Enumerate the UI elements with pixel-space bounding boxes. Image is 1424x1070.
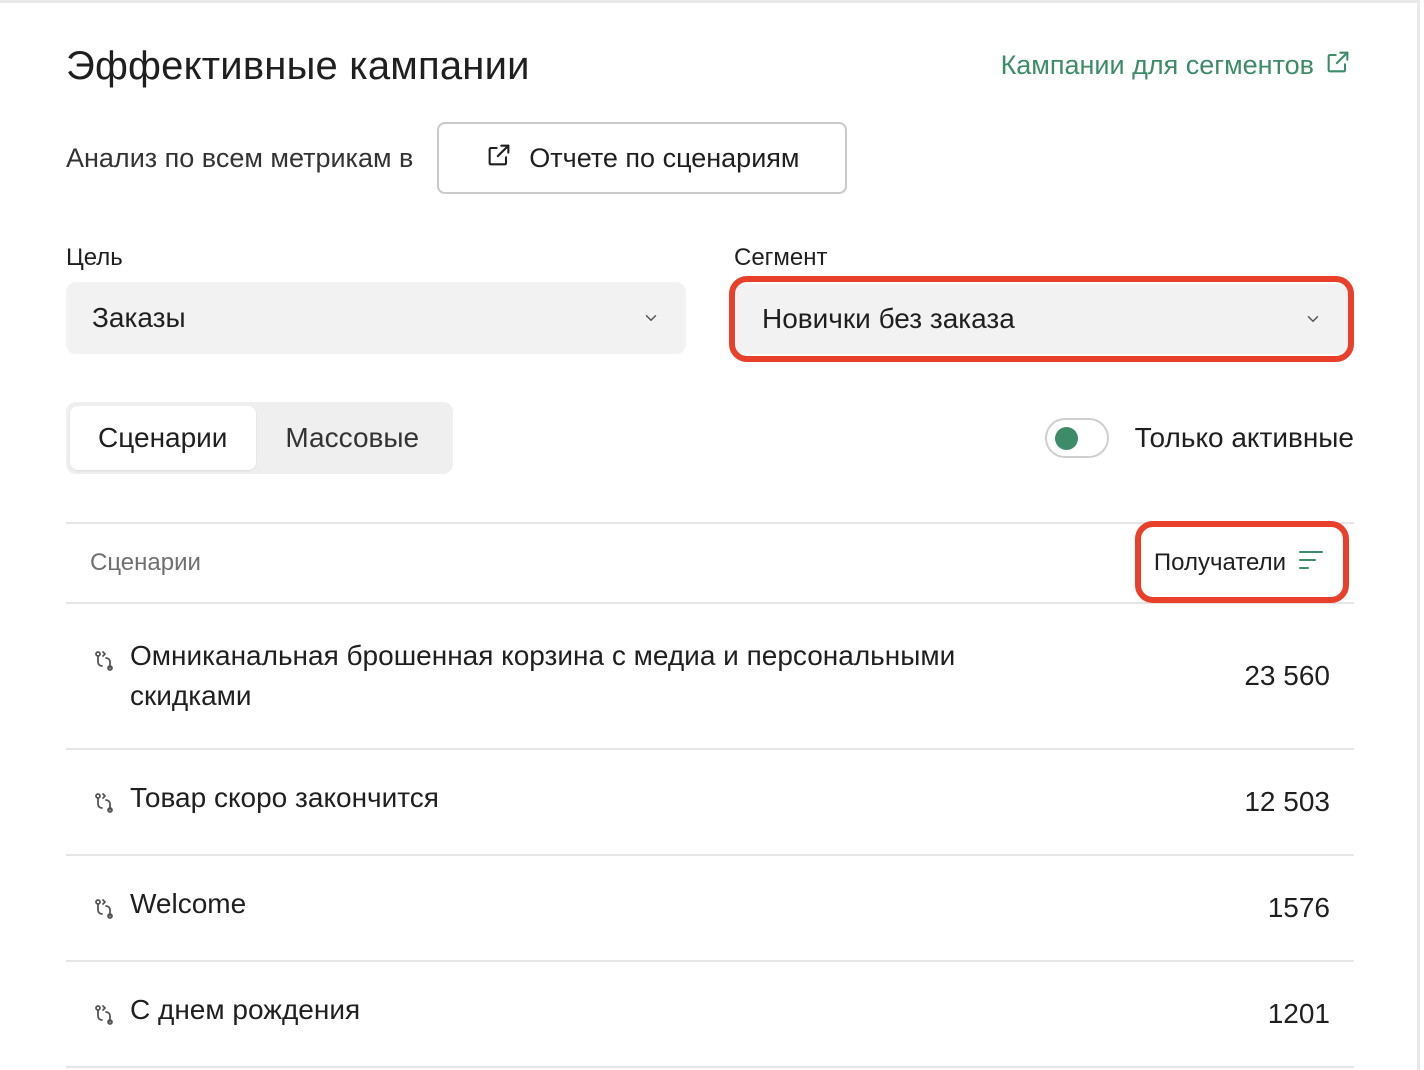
scenario-name: Welcome — [130, 888, 247, 919]
segment-value: Новички без заказа — [762, 303, 1015, 334]
column-header-scenarios: Сценарии — [90, 549, 201, 576]
tab-scenarios[interactable]: Сценарии — [70, 406, 256, 470]
external-link-icon — [485, 141, 513, 176]
column-header-recipients[interactable]: Получатели — [1154, 549, 1354, 578]
table-row[interactable]: Омниканальная брошенная корзина с медиа … — [66, 604, 1354, 750]
scenario-name: Омниканальная брошенная корзина с медиа … — [130, 640, 956, 711]
table-row[interactable]: Товар скоро закончится 12 503 — [66, 750, 1354, 856]
segment-select[interactable]: Новички без заказа — [736, 284, 1348, 354]
scenario-name: С днем рождения — [130, 994, 361, 1025]
page-title: Эффективные кампании — [66, 44, 530, 88]
recipients-value: 1201 — [1267, 998, 1330, 1029]
analysis-row: Анализ по всем метрикам в Отчете по сцен… — [66, 122, 848, 194]
scenario-report-label: Отчете по сценариям — [529, 142, 800, 173]
goal-value: Заказы — [92, 302, 186, 333]
row-name-cell: С днем рождения — [66, 990, 360, 1038]
goal-select[interactable]: Заказы — [66, 282, 686, 354]
recipients-value: 12 503 — [1244, 786, 1330, 817]
external-link-icon — [1324, 48, 1352, 83]
scenario-flow-icon — [92, 786, 116, 826]
active-only-toggle[interactable] — [1044, 418, 1109, 458]
scenario-name: Товар скоро закончится — [130, 782, 439, 813]
active-only-label: Только активные — [1134, 422, 1354, 453]
row-name-cell: Товар скоро закончится — [66, 778, 439, 826]
scenario-flow-icon — [92, 892, 116, 932]
scenario-flow-icon — [92, 998, 116, 1038]
recipients-header-label: Получатели — [1153, 549, 1286, 576]
row-name-cell: Омниканальная брошенная корзина с медиа … — [66, 636, 992, 716]
scenarios-table: Сценарии Получатели Омниканальная брошен… — [66, 521, 1354, 1068]
scenario-flow-icon — [92, 644, 116, 684]
table-header: Сценарии Получатели — [66, 522, 1354, 604]
recipients-value: 23 560 — [1244, 660, 1330, 691]
campaign-type-tabs: Сценарии Массовые — [66, 402, 453, 474]
chevron-down-icon — [642, 302, 660, 334]
tab-mass[interactable]: Массовые — [256, 406, 449, 470]
table-row[interactable]: Welcome 1576 — [66, 856, 1354, 962]
goal-label: Цель — [66, 244, 123, 271]
scenario-report-button[interactable]: Отчете по сценариям — [437, 122, 848, 194]
toggle-knob — [1054, 427, 1078, 450]
analysis-text: Анализ по всем метрикам в — [66, 142, 414, 173]
segment-label: Сегмент — [734, 244, 828, 271]
table-row[interactable]: С днем рождения 1201 — [66, 962, 1354, 1068]
segments-link-label: Кампании для сегментов — [1000, 50, 1314, 80]
row-name-cell: Welcome — [66, 884, 246, 932]
recipients-value: 1576 — [1267, 892, 1330, 923]
chevron-down-icon — [1304, 303, 1322, 335]
sort-icon — [1298, 549, 1324, 578]
active-only-toggle-group: Только активные — [1044, 418, 1354, 458]
segments-campaigns-link[interactable]: Кампании для сегментов — [1001, 48, 1352, 83]
